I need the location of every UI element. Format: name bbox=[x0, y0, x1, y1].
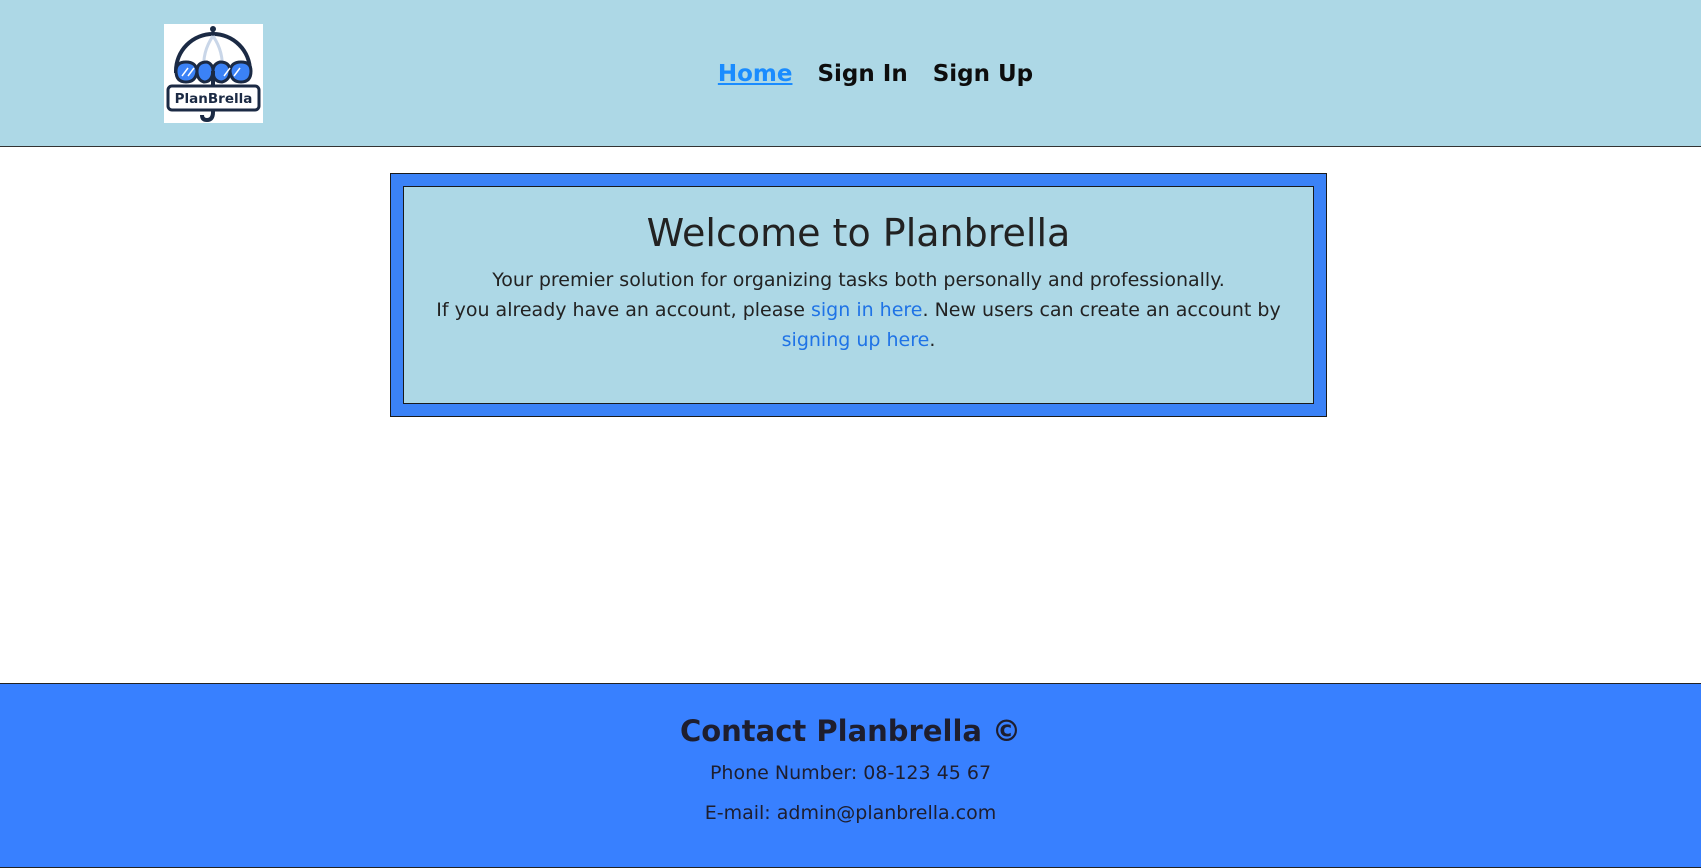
footer-title: Contact Planbrella © bbox=[679, 714, 1022, 748]
welcome-line2-prefix: If you already have an account, please bbox=[436, 298, 811, 321]
site-footer: Contact Planbrella © Phone Number: 08-12… bbox=[0, 683, 1701, 868]
footer-phone: Phone Number: 08-123 45 67 bbox=[709, 762, 992, 784]
welcome-description: Your premier solution for organizing tas… bbox=[432, 265, 1285, 355]
footer-email: E-mail: admin@planbrella.com bbox=[704, 802, 997, 824]
welcome-card-inner: Welcome to Planbrella Your premier solut… bbox=[403, 186, 1314, 404]
site-header: PlanBrella Home Sign In Sign Up bbox=[0, 0, 1701, 147]
welcome-line2-suffix: . bbox=[929, 328, 936, 351]
sign-in-here-link[interactable]: sign in here bbox=[811, 299, 923, 321]
main-nav: Home Sign In Sign Up bbox=[0, 0, 1701, 147]
nav-home-link[interactable]: Home bbox=[718, 61, 793, 87]
welcome-line1: Your premier solution for organizing tas… bbox=[492, 268, 1225, 291]
welcome-line2-middle: . New users can create an account by bbox=[922, 298, 1281, 321]
welcome-card: Welcome to Planbrella Your premier solut… bbox=[390, 173, 1327, 417]
signing-up-here-link[interactable]: signing up here bbox=[782, 329, 930, 351]
nav-sign-in-link[interactable]: Sign In bbox=[817, 61, 907, 87]
nav-sign-up-link[interactable]: Sign Up bbox=[933, 61, 1033, 87]
welcome-title: Welcome to Planbrella bbox=[646, 211, 1071, 255]
